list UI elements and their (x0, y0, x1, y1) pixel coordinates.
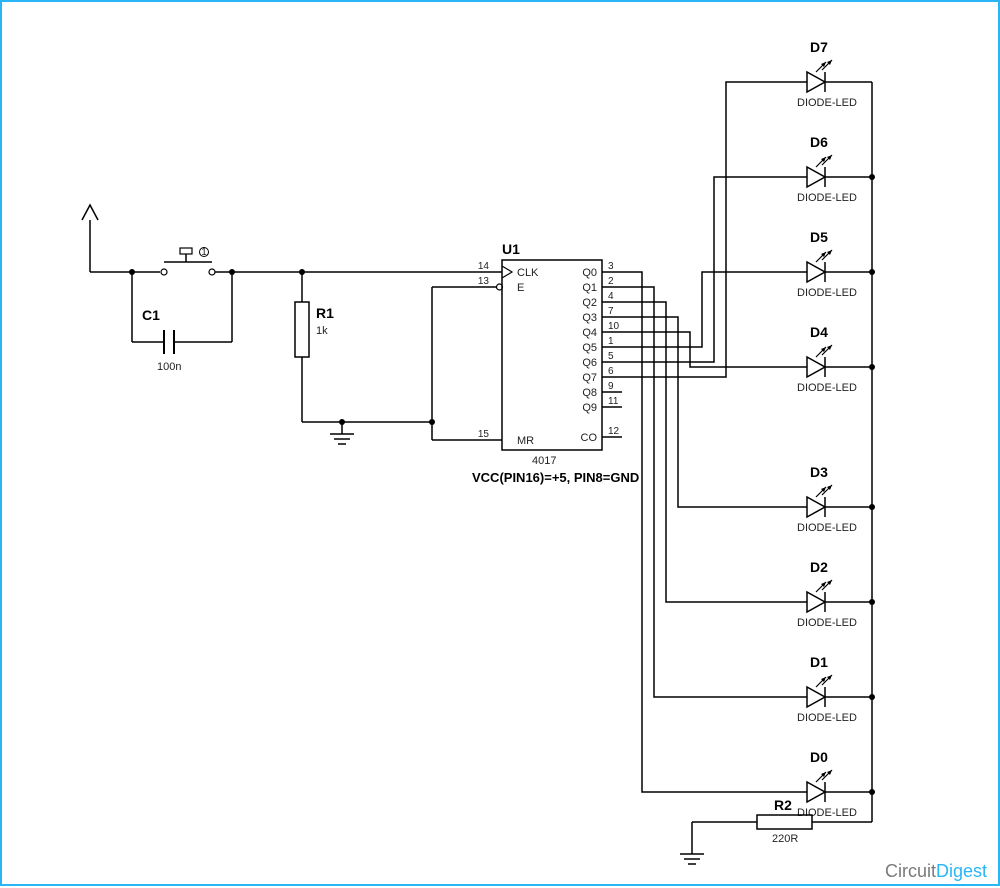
svg-text:5: 5 (608, 351, 614, 362)
svg-text:MR: MR (517, 435, 534, 447)
svg-text:DIODE-LED: DIODE-LED (797, 807, 857, 819)
svg-text:DIODE-LED: DIODE-LED (797, 97, 857, 109)
svg-text:1: 1 (201, 247, 207, 258)
svg-text:CLK: CLK (517, 267, 539, 279)
svg-text:Q1: Q1 (582, 282, 597, 294)
svg-text:15: 15 (478, 429, 490, 440)
svg-text:DIODE-LED: DIODE-LED (797, 522, 857, 534)
svg-text:6: 6 (608, 366, 614, 377)
svg-text:CO: CO (581, 432, 598, 444)
push-button: 1 (161, 247, 215, 275)
ic-ref: U1 (502, 241, 520, 257)
led-icon (792, 60, 840, 92)
ground-icon (330, 422, 354, 444)
svg-text:11: 11 (608, 396, 619, 407)
circuit-diagram: U1 4017 VCC(PIN16)=+5, PIN8=GND 14 CLK 1… (0, 0, 1000, 886)
brand-label: CircuitDigest (885, 861, 987, 881)
svg-text:D5: D5 (810, 229, 828, 245)
svg-text:10: 10 (608, 321, 620, 332)
svg-text:D1: D1 (810, 654, 828, 670)
svg-text:DIODE-LED: DIODE-LED (797, 287, 857, 299)
svg-text:9: 9 (608, 381, 614, 392)
svg-text:DIODE-LED: DIODE-LED (797, 712, 857, 724)
svg-text:Q0: Q0 (582, 267, 597, 279)
svg-text:D3: D3 (810, 464, 828, 480)
c1-ref: C1 (142, 307, 160, 323)
svg-text:D2: D2 (810, 559, 828, 575)
svg-text:2: 2 (608, 276, 614, 287)
svg-text:D4: D4 (810, 324, 828, 340)
svg-text:1: 1 (608, 336, 614, 347)
svg-text:14: 14 (478, 261, 490, 272)
led-bank: D7 DIODE-LED D6 DIODE-LED D5 DIODE-LED D… (622, 39, 875, 822)
c1-val: 100n (157, 361, 181, 373)
r2-val: 220R (772, 833, 798, 845)
svg-text:12: 12 (608, 426, 620, 437)
ic-4017: U1 4017 VCC(PIN16)=+5, PIN8=GND 14 CLK 1… (472, 241, 639, 485)
svg-text:DIODE-LED: DIODE-LED (797, 382, 857, 394)
svg-text:Q2: Q2 (582, 297, 597, 309)
svg-text:D0: D0 (810, 749, 828, 765)
svg-text:3: 3 (608, 261, 614, 272)
svg-text:Q3: Q3 (582, 312, 597, 324)
svg-text:Q4: Q4 (582, 327, 597, 339)
svg-text:DIODE-LED: DIODE-LED (797, 617, 857, 629)
svg-text:4: 4 (608, 291, 614, 302)
ic-note: VCC(PIN16)=+5, PIN8=GND (472, 470, 639, 485)
schematic-svg: U1 4017 VCC(PIN16)=+5, PIN8=GND 14 CLK 1… (2, 2, 1000, 888)
svg-text:Q5: Q5 (582, 342, 597, 354)
svg-text:Q6: Q6 (582, 357, 597, 369)
ground-icon (680, 842, 704, 864)
r1-val: 1k (316, 325, 328, 337)
r1-ref: R1 (316, 305, 334, 321)
svg-text:E: E (517, 282, 524, 294)
ic-part: 4017 (532, 455, 556, 467)
svg-text:D7: D7 (810, 39, 828, 55)
svg-text:Q7: Q7 (582, 372, 597, 384)
svg-text:Q8: Q8 (582, 387, 597, 399)
svg-text:Q9: Q9 (582, 402, 597, 414)
svg-text:D6: D6 (810, 134, 828, 150)
r2-ref: R2 (774, 797, 792, 813)
svg-text:13: 13 (478, 276, 490, 287)
svg-text:7: 7 (608, 306, 614, 317)
svg-text:DIODE-LED: DIODE-LED (797, 192, 857, 204)
input-network: 1 C1 100n R1 1k (82, 205, 482, 444)
